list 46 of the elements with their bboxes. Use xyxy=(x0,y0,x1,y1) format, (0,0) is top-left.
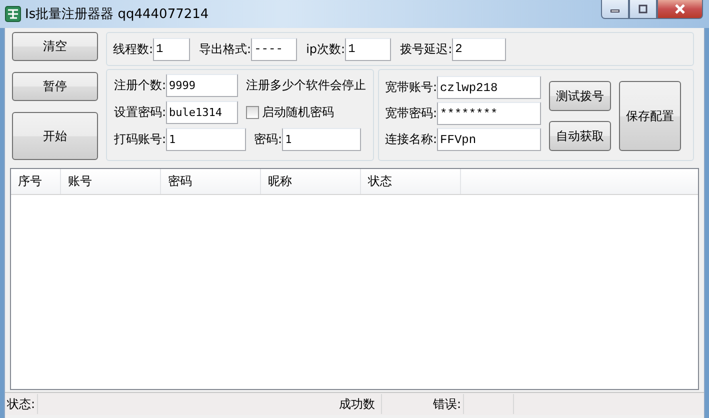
app-logo-icon xyxy=(5,6,21,22)
note-text: 注册多少个软件会停止 xyxy=(246,77,366,94)
maximize-button[interactable] xyxy=(629,0,657,19)
error-label: 错误: xyxy=(432,396,462,412)
column-header[interactable]: 密码 xyxy=(161,169,261,194)
field-label: 导出格式: xyxy=(199,40,252,58)
field-label: 宽带账号: xyxy=(385,79,438,96)
action-button[interactable]: 开始 xyxy=(12,112,98,160)
column-header[interactable]: 序号 xyxy=(11,169,61,194)
field-label: ip次数: xyxy=(306,40,346,58)
input-field[interactable]: 2 xyxy=(452,38,506,60)
status-label: 状态: xyxy=(6,396,36,412)
field-label: 连接名称: xyxy=(385,131,438,148)
close-button[interactable] xyxy=(657,0,703,19)
action-button[interactable]: 清空 xyxy=(12,32,98,61)
input-field[interactable]: 9999 xyxy=(166,74,238,97)
close-icon xyxy=(674,4,686,14)
maximize-icon xyxy=(638,4,648,14)
column-header[interactable]: 昵称 xyxy=(261,169,361,194)
input-field[interactable]: 1 xyxy=(282,128,362,151)
input-field[interactable]: bule1314 xyxy=(166,101,238,124)
dial-button[interactable]: 自动获取 xyxy=(549,121,612,151)
input-field[interactable]: 1 xyxy=(166,128,246,151)
field-label: 拨号延迟: xyxy=(400,40,452,58)
field-label: 打码账号: xyxy=(114,131,166,148)
column-header[interactable]: 状态 xyxy=(361,169,461,194)
field-label: 注册个数: xyxy=(114,77,166,94)
random-password-checkbox[interactable]: 启动随机密码 xyxy=(246,104,334,121)
input-field[interactable]: czlwp218 xyxy=(437,76,542,99)
action-button[interactable]: 暂停 xyxy=(12,72,98,101)
column-header[interactable]: 账号 xyxy=(61,169,161,194)
checkbox-icon[interactable] xyxy=(246,106,260,119)
save-config-button[interactable]: 保存配置 xyxy=(619,81,682,151)
field-label: 设置密码: xyxy=(114,104,166,121)
minimize-button[interactable] xyxy=(601,0,629,19)
field-label: 宽带密码: xyxy=(385,105,438,122)
success-count-label: 成功数 xyxy=(338,396,376,412)
input-field[interactable]: 1 xyxy=(153,38,190,60)
input-field[interactable]: ******** xyxy=(437,102,542,125)
dial-button[interactable]: 测试拨号 xyxy=(549,81,612,111)
window-title: Is批量注册器器 qq444077214 xyxy=(25,6,209,23)
input-field[interactable]: 1 xyxy=(345,38,392,60)
input-field[interactable]: FFVpn xyxy=(437,128,542,151)
field-label: 密码: xyxy=(254,131,282,148)
field-label: 线程数: xyxy=(113,40,154,58)
input-field[interactable]: ---- xyxy=(251,38,298,60)
